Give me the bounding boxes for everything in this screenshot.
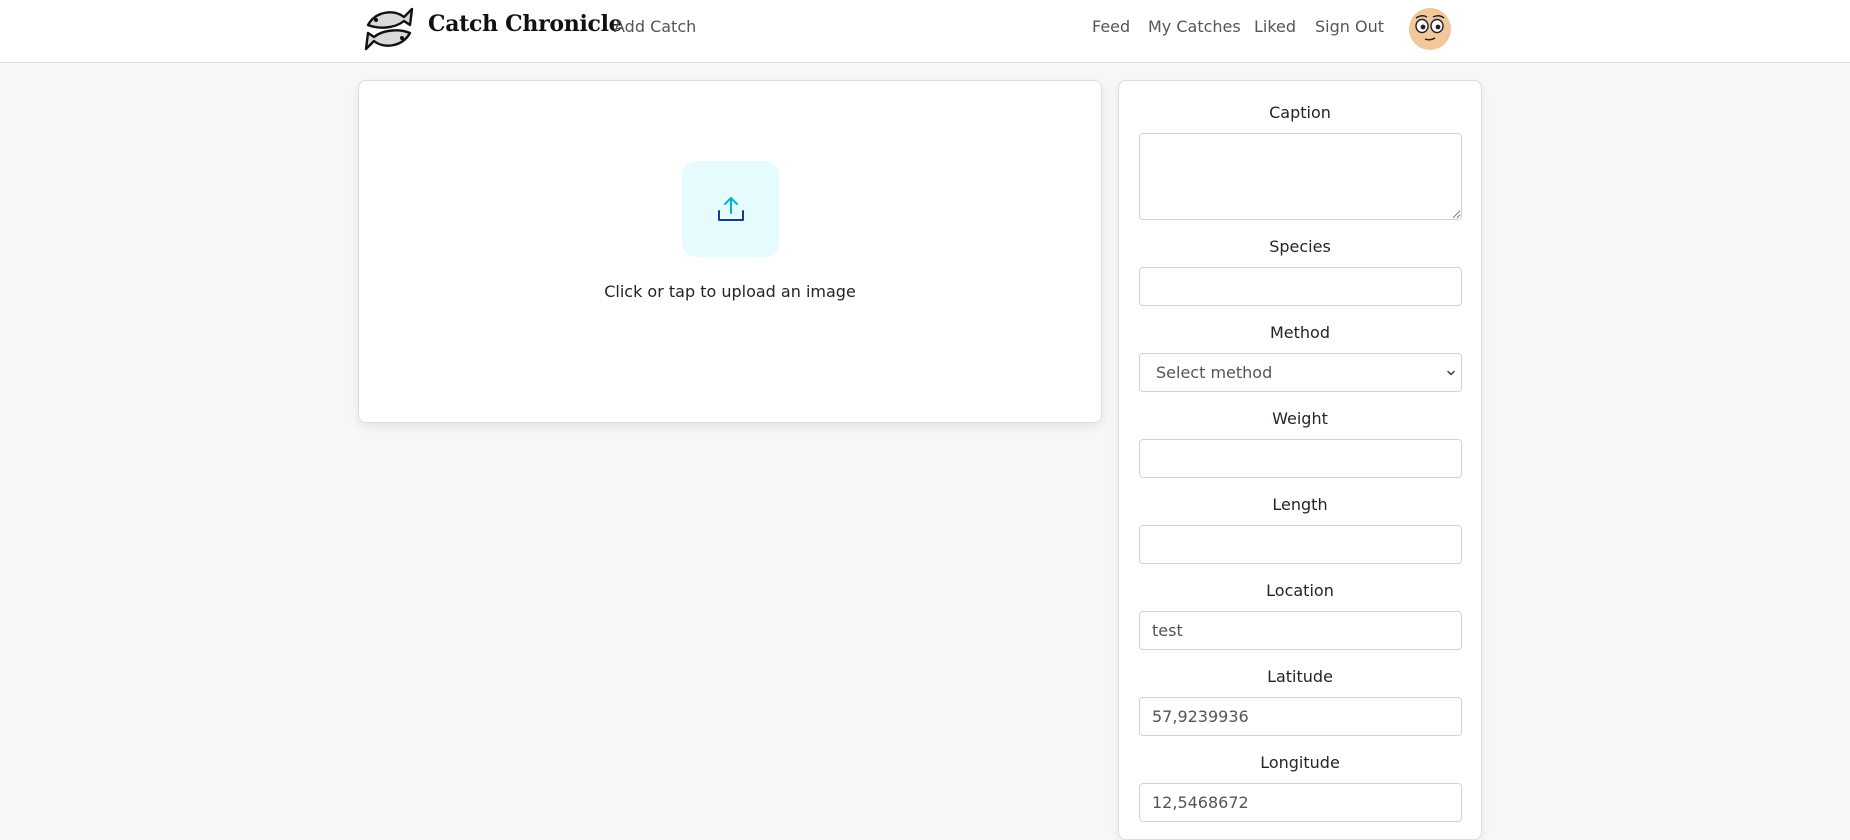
latitude-input[interactable] bbox=[1139, 697, 1462, 736]
length-label: Length bbox=[1272, 495, 1328, 514]
top-navbar: Catch Chronicle Add Catch Feed My Catche… bbox=[0, 0, 1850, 63]
upload-icon-tile bbox=[682, 161, 779, 257]
nav-my-catches[interactable]: My Catches bbox=[1148, 17, 1241, 36]
catch-details-form: Caption Species Method Select method Wei… bbox=[1118, 80, 1482, 840]
upload-prompt-text: Click or tap to upload an image bbox=[604, 282, 856, 301]
location-label: Location bbox=[1266, 581, 1334, 600]
species-input[interactable] bbox=[1139, 267, 1462, 306]
weight-label: Weight bbox=[1272, 409, 1328, 428]
species-label: Species bbox=[1269, 237, 1331, 256]
nav-feed[interactable]: Feed bbox=[1092, 17, 1130, 36]
image-upload-dropzone[interactable]: Click or tap to upload an image bbox=[358, 80, 1102, 423]
brand-logo-link[interactable] bbox=[364, 5, 414, 51]
longitude-input[interactable] bbox=[1139, 783, 1462, 822]
cartoon-face-icon bbox=[1409, 8, 1451, 50]
method-select[interactable]: Select method bbox=[1139, 353, 1462, 392]
weight-input[interactable] bbox=[1139, 439, 1462, 478]
caption-label: Caption bbox=[1269, 103, 1331, 122]
longitude-label: Longitude bbox=[1260, 753, 1340, 772]
fish-logo-icon bbox=[364, 7, 414, 51]
caption-textarea[interactable] bbox=[1139, 133, 1462, 220]
location-input[interactable] bbox=[1139, 611, 1462, 650]
latitude-label: Latitude bbox=[1267, 667, 1333, 686]
nav-liked[interactable]: Liked bbox=[1254, 17, 1296, 36]
upload-icon bbox=[717, 197, 744, 221]
nav-add-catch[interactable]: Add Catch bbox=[614, 17, 696, 36]
length-input[interactable] bbox=[1139, 525, 1462, 564]
user-avatar[interactable] bbox=[1409, 8, 1451, 50]
method-label: Method bbox=[1269, 323, 1330, 342]
nav-sign-out[interactable]: Sign Out bbox=[1315, 17, 1384, 36]
app-title[interactable]: Catch Chronicle bbox=[428, 11, 623, 37]
